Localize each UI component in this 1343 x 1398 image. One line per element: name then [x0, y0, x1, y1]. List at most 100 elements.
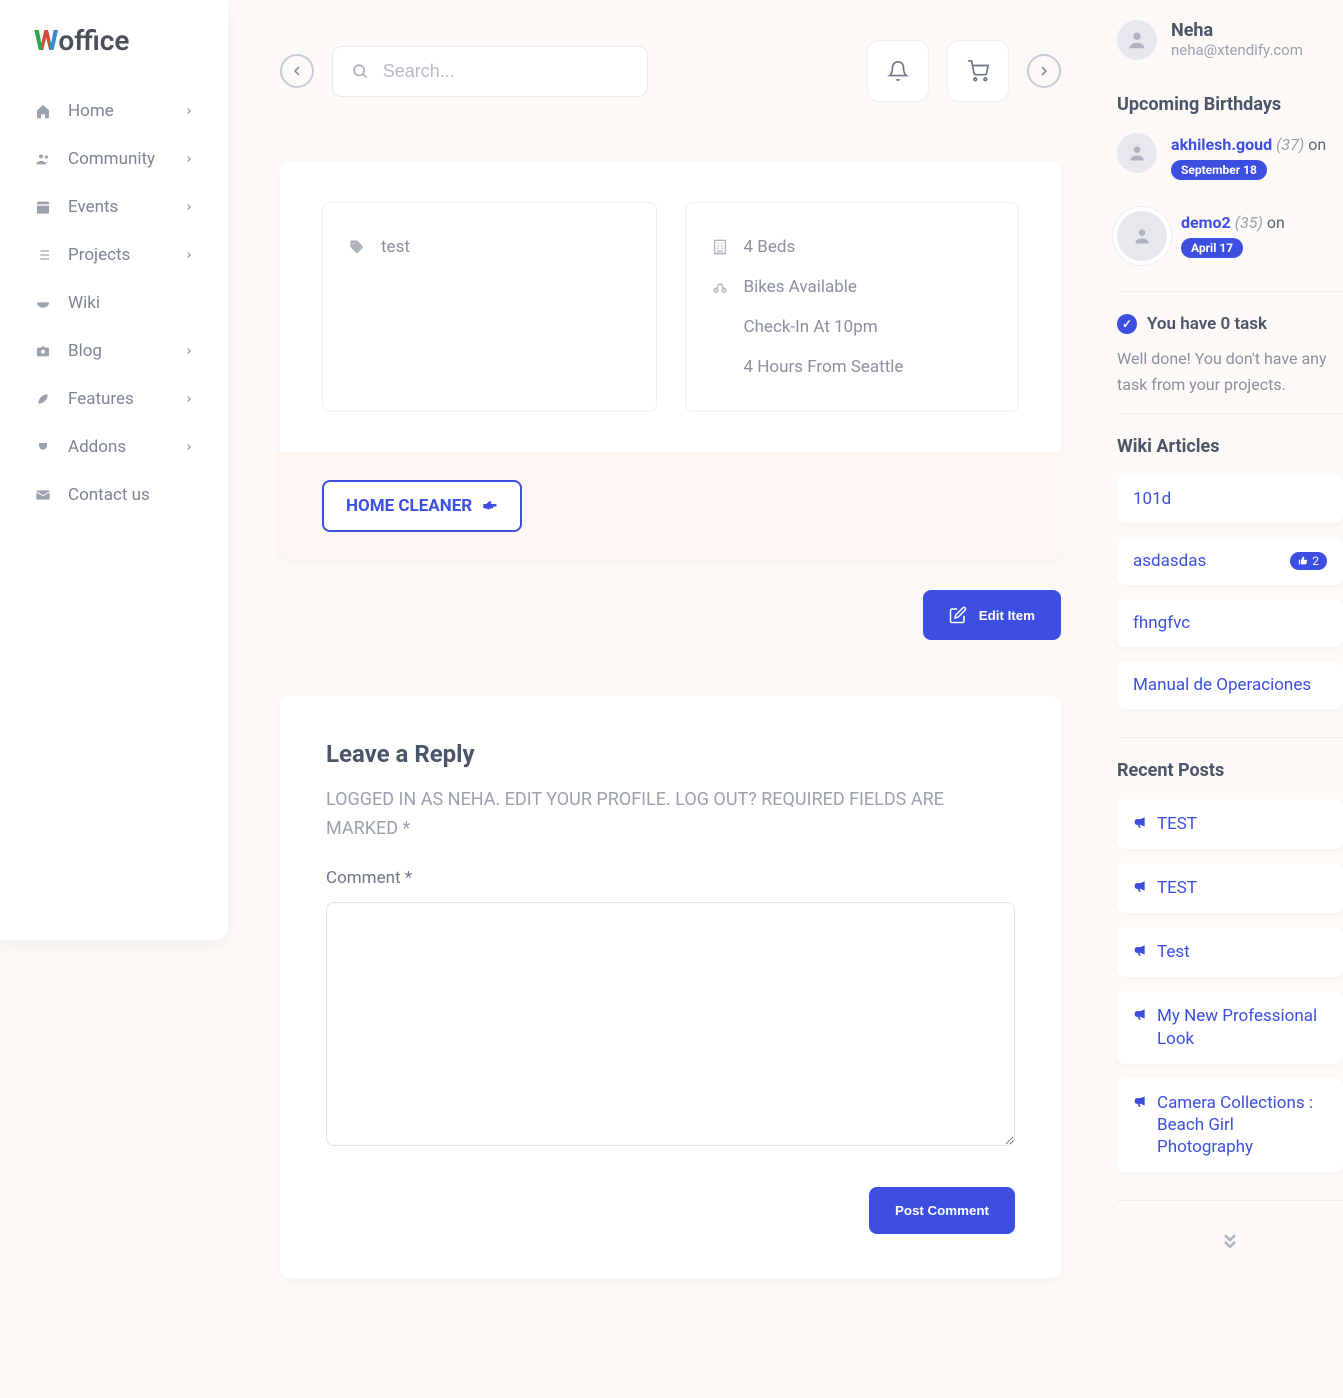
posts-title: Recent Posts — [1117, 760, 1343, 781]
bullhorn-icon — [1133, 1007, 1147, 1021]
logout-link[interactable]: LOG OUT? — [675, 789, 757, 810]
sidebar-item-contact-us[interactable]: Contact us — [0, 471, 228, 519]
post-label: Test — [1157, 941, 1190, 963]
sidebar-item-home[interactable]: Home — [0, 87, 228, 135]
logged-user-link[interactable]: NEHA — [448, 789, 496, 810]
chevron-right-icon — [184, 154, 194, 164]
post-item[interactable]: TEST — [1117, 863, 1343, 913]
sidebar-item-features[interactable]: Features — [0, 375, 228, 423]
chevron-right-icon — [184, 442, 194, 452]
tag-text: test — [381, 237, 410, 257]
bike-icon — [712, 279, 730, 295]
bell-icon — [887, 60, 909, 82]
tags-box: test — [322, 202, 657, 412]
calendar-icon — [34, 198, 52, 216]
list-icon — [34, 246, 52, 264]
search-box[interactable] — [332, 46, 648, 97]
sidebar-item-blog[interactable]: Blog — [0, 327, 228, 375]
birthdays-title: Upcoming Birthdays — [1117, 94, 1343, 115]
chevron-right-icon — [184, 346, 194, 356]
camera-icon — [34, 342, 52, 360]
nav-label: Contact us — [68, 485, 150, 505]
bowl-icon — [34, 294, 52, 312]
feature-text: 4 Hours From Seattle — [744, 357, 904, 377]
wiki-item[interactable]: 101d — [1117, 475, 1343, 523]
mail-icon — [34, 486, 52, 504]
user-icon — [1132, 226, 1152, 246]
wiki-item[interactable]: fhngfvc — [1117, 599, 1343, 647]
post-item[interactable]: My New Professional Look — [1117, 991, 1343, 1063]
wiki-item[interactable]: asdasdas2 — [1117, 537, 1343, 585]
edit-item-button[interactable]: Edit Item — [923, 590, 1061, 640]
point-right-icon — [482, 498, 498, 514]
back-button[interactable] — [280, 54, 314, 88]
birthday-age: (37) — [1276, 135, 1304, 154]
right-sidebar: Neha neha@xtendify.com Upcoming Birthday… — [1113, 0, 1343, 1398]
cart-icon — [967, 60, 989, 82]
user-icon — [1126, 29, 1148, 51]
forward-button[interactable] — [1027, 54, 1061, 88]
wiki-label: asdasdas — [1133, 551, 1206, 571]
chevron-double-down-icon — [1220, 1231, 1240, 1251]
post-item[interactable]: Test — [1117, 927, 1343, 977]
post-label: TEST — [1157, 877, 1197, 899]
thumbs-up-icon — [1298, 556, 1308, 566]
notifications-button[interactable] — [867, 40, 929, 102]
sidebar-item-events[interactable]: Events — [0, 183, 228, 231]
birthday-item[interactable]: demo2 (35) onApril 17 — [1117, 211, 1343, 261]
post-label: Camera Collections : Beach Girl Photogra… — [1157, 1092, 1327, 1158]
nav-label: Home — [68, 101, 114, 121]
birthday-item[interactable]: akhilesh.goud (37) onSeptember 18 — [1117, 133, 1343, 181]
post-label: My New Professional Look — [1157, 1005, 1327, 1049]
button-label: Edit Item — [979, 608, 1035, 623]
scroll-down-button[interactable] — [1117, 1231, 1343, 1251]
sidebar: Woffice Home CommunityEventsProjects Wiki B… — [0, 0, 228, 940]
sidebar-item-addons[interactable]: Addons — [0, 423, 228, 471]
nav-label: Wiki — [68, 293, 100, 313]
nav-label: Features — [68, 389, 134, 409]
logo[interactable]: Woffice — [0, 24, 228, 87]
divider — [1117, 291, 1343, 292]
main-content: test 4 Beds Bikes Available — [228, 0, 1113, 1398]
user-email: neha@xtendify.com — [1171, 41, 1303, 59]
post-item[interactable]: TEST — [1117, 799, 1343, 849]
cart-button[interactable] — [947, 40, 1009, 102]
building-icon — [712, 239, 730, 255]
avatar — [1117, 133, 1157, 173]
wiki-label: fhngfvc — [1133, 613, 1190, 633]
chevron-right-icon — [184, 394, 194, 404]
button-label: HOME CLEANER — [346, 496, 472, 516]
birthday-age: (35) — [1235, 213, 1263, 232]
post-label: TEST — [1157, 813, 1197, 835]
sidebar-item-wiki[interactable]: Wiki — [0, 279, 228, 327]
search-input[interactable] — [383, 61, 629, 82]
task-headline: ✓ You have 0 task — [1117, 314, 1343, 334]
user-header[interactable]: Neha neha@xtendify.com — [1117, 20, 1343, 60]
feature-text: Bikes Available — [744, 277, 857, 297]
post-item[interactable]: Camera Collections : Beach Girl Photogra… — [1117, 1078, 1343, 1172]
nav-label: Addons — [68, 437, 126, 457]
bullhorn-icon — [1133, 879, 1147, 893]
tag-icon — [349, 239, 367, 255]
birthday-name: akhilesh.goud — [1171, 135, 1272, 154]
wiki-label: 101d — [1133, 489, 1171, 509]
bullhorn-icon — [1133, 815, 1147, 829]
avatar — [1117, 211, 1167, 261]
logo-mark: W — [34, 24, 58, 57]
sidebar-item-community[interactable]: Community — [0, 135, 228, 183]
wiki-label: Manual de Operaciones — [1133, 675, 1311, 695]
divider — [1117, 1200, 1343, 1201]
edit-profile-link[interactable]: EDIT YOUR PROFILE. — [505, 789, 671, 810]
post-comment-button[interactable]: Post Comment — [869, 1187, 1015, 1234]
feature-text: Check-In At 10pm — [744, 317, 878, 337]
nav-label: Blog — [68, 341, 102, 361]
wiki-item[interactable]: Manual de Operaciones — [1117, 661, 1343, 709]
comment-textarea[interactable] — [326, 902, 1015, 1146]
user-icon — [1127, 143, 1147, 163]
check-icon: ✓ — [1117, 314, 1137, 334]
home-cleaner-button[interactable]: HOME CLEANER — [322, 480, 522, 532]
item-card: test 4 Beds Bikes Available — [280, 162, 1061, 560]
sidebar-item-projects[interactable]: Projects — [0, 231, 228, 279]
button-label: Post Comment — [895, 1203, 989, 1218]
feature-text: 4 Beds — [744, 237, 796, 257]
